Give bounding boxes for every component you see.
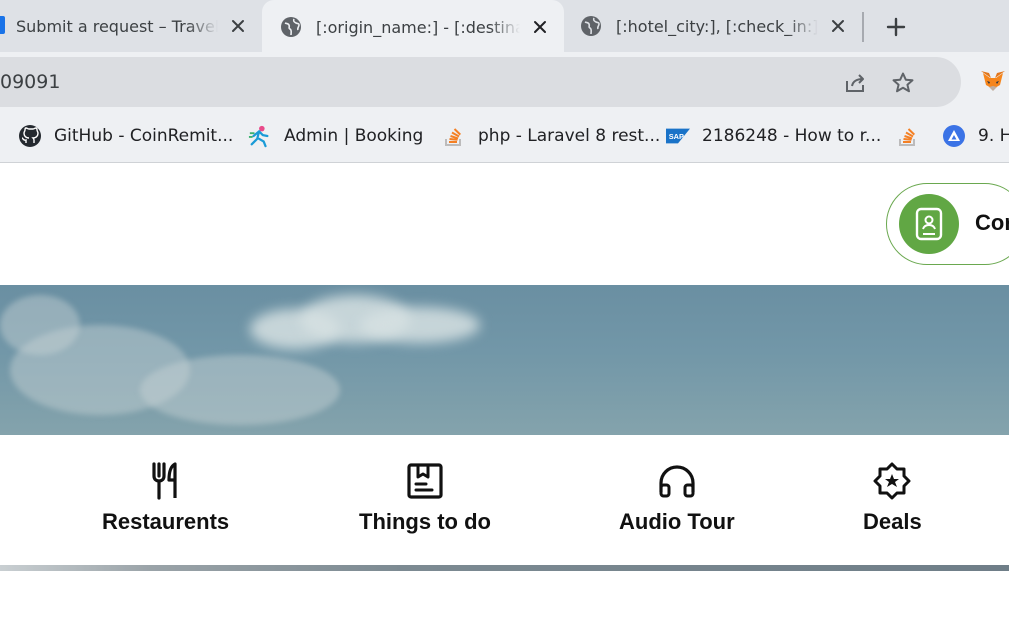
metamask-fox-icon[interactable]	[978, 67, 1008, 97]
bookmark-label: 9. H	[978, 126, 1009, 146]
cloud	[360, 307, 480, 343]
haze	[0, 295, 80, 355]
nav-audio-tour[interactable]: Audio Tour	[619, 459, 735, 535]
close-icon[interactable]	[826, 14, 850, 38]
share-icon[interactable]	[842, 70, 868, 96]
tab-origin-destination[interactable]: [:origin_name:] - [:destination_name:]	[262, 0, 564, 54]
globe-icon	[281, 17, 301, 37]
new-tab-button[interactable]	[880, 12, 912, 42]
stackoverflow-icon	[896, 124, 920, 148]
image-edge	[0, 565, 1009, 571]
nav-deals[interactable]: Deals	[863, 459, 922, 535]
url-text: 09091	[0, 71, 61, 93]
runner-icon	[248, 124, 272, 148]
fork-knife-icon	[144, 459, 188, 503]
bookmark-label: GitHub - CoinRemit...	[54, 126, 234, 146]
bookmark-label: 2186248 - How to r...	[702, 126, 882, 146]
bookmark-label: Admin | Booking	[284, 126, 424, 146]
close-icon[interactable]	[226, 14, 250, 38]
ticket-box-icon	[403, 459, 447, 503]
tab-separator	[862, 12, 864, 42]
bookmark-admin-booking[interactable]: Admin | Booking	[248, 109, 423, 163]
bookmarks-bar: GitHub - CoinRemit... Admin | Booking ph…	[0, 109, 1009, 163]
tab-title: [:origin_name:] - [:destination_name:]	[316, 17, 520, 37]
close-icon[interactable]	[528, 15, 552, 39]
triangle-app-icon	[942, 124, 966, 148]
nav-things-to-do[interactable]: Things to do	[359, 459, 491, 535]
headphones-icon	[655, 459, 699, 503]
hero-sky-image	[0, 285, 1009, 435]
plus-icon	[886, 17, 906, 37]
bookmark-sap-note[interactable]: SAP 2186248 - How to r...	[666, 109, 881, 163]
contact-book-icon	[899, 194, 959, 254]
contact-label: Cor	[975, 210, 1009, 235]
nav-label: Deals	[863, 509, 922, 534]
browser-toolbar: 09091	[0, 52, 1009, 109]
nav-label: Things to do	[359, 509, 491, 534]
haze	[140, 355, 340, 425]
tab-travelpayouts[interactable]: Submit a request – Travelpayouts Help Ce…	[0, 0, 262, 52]
nav-label: Audio Tour	[619, 509, 735, 534]
tab-hotel-city[interactable]: [:hotel_city:], [:check_in:] - [:check_o…	[564, 0, 862, 52]
badge-star-icon	[870, 459, 914, 503]
bookmark-php-laravel[interactable]: php - Laravel 8 rest...	[442, 109, 660, 163]
github-icon	[18, 124, 42, 148]
contact-button[interactable]: Cor	[886, 183, 1009, 265]
tab-strip: Submit a request – Travelpayouts Help Ce…	[0, 0, 1009, 54]
nav-label: Restaurents	[102, 509, 230, 534]
address-bar[interactable]: 09091	[0, 57, 961, 107]
svg-text:SAP: SAP	[669, 132, 684, 141]
bookmark-github[interactable]: GitHub - CoinRemit...	[18, 109, 233, 163]
bookmark-stackoverflow[interactable]	[896, 109, 932, 163]
bookmark-nine[interactable]: 9. H	[942, 109, 1009, 163]
tab-title: Submit a request – Travelpayouts Help Ce…	[16, 16, 218, 36]
stackoverflow-icon	[442, 124, 466, 148]
sap-icon: SAP	[666, 124, 690, 148]
nav-restaurants[interactable]: Restaurents	[102, 459, 229, 535]
globe-icon	[581, 16, 601, 36]
bookmark-label: php - Laravel 8 rest...	[478, 126, 661, 146]
bookmark-star-icon[interactable]	[890, 70, 916, 96]
tab-title: [:hotel_city:], [:check_in:] - [:check_o…	[616, 16, 818, 36]
web-page: Cor Restaurents Things to do Audio Tour	[0, 163, 1009, 623]
feature-nav: Restaurents Things to do Audio Tour Deal…	[0, 435, 1009, 565]
